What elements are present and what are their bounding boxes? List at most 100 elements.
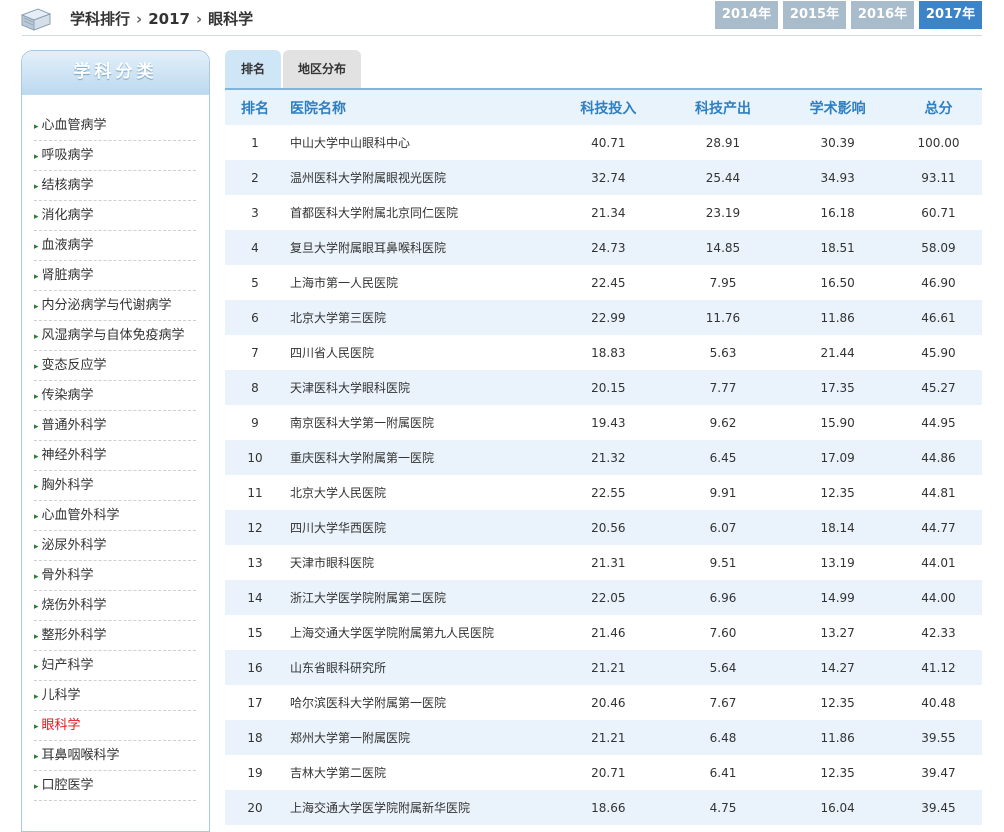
sidebar-item-label: 眼科学 xyxy=(41,718,81,733)
sidebar-item[interactable]: ▸ 心血管病学 xyxy=(34,111,196,141)
triangle-bullet-icon: ▸ xyxy=(34,212,39,222)
hospital-name-cell[interactable]: 北京大学人民医院 xyxy=(285,475,551,510)
table-row: 20 上海交通大学医学院附属新华医院 18.66 4.75 16.04 39.45 xyxy=(225,790,982,825)
academic-impact-cell: 30.39 xyxy=(820,135,855,150)
hospital-name-cell[interactable]: 温州医科大学附属眼视光医院 xyxy=(285,160,551,195)
hospital-name-cell[interactable]: 上海市第一人民医院 xyxy=(285,265,551,300)
sidebar-item[interactable]: ▸ 烧伤外科学 xyxy=(34,591,196,621)
academic-impact-cell: 18.51 xyxy=(820,240,855,255)
sidebar-item[interactable]: ▸ 口腔医学 xyxy=(34,771,196,801)
triangle-bullet-icon: ▸ xyxy=(34,482,39,492)
hospital-name-cell[interactable]: 北京大学第三医院 xyxy=(285,300,551,335)
subject-category-sidebar: 学科分类 ▸ 心血管病学 ▸ 呼吸病学 ▸ 结核病学 ▸ 消化病学 ▸ 血液病学 ▸ 肾脏病学 ▸ 内分泌… xyxy=(21,50,210,832)
sidebar-item[interactable]: ▸ 血液病学 xyxy=(34,231,196,261)
table-row: 1 中山大学中山眼科中心 40.71 28.91 30.39 100.00 xyxy=(225,125,982,160)
tech-output-cell: 6.41 xyxy=(709,765,737,780)
sidebar-item[interactable]: ▸ 神经外科学 xyxy=(34,441,196,471)
triangle-bullet-icon: ▸ xyxy=(34,182,39,192)
hospital-name-cell[interactable]: 南京医科大学第一附属医院 xyxy=(285,405,551,440)
rank-cell: 12 xyxy=(247,520,263,535)
year-tab-2014[interactable]: 2014年 xyxy=(715,1,778,29)
year-tab-2016[interactable]: 2016年 xyxy=(851,1,914,29)
tech-input-cell: 22.05 xyxy=(591,590,626,605)
breadcrumb-item-subject-ranking[interactable]: 学科排行 xyxy=(70,10,130,28)
tech-output-cell: 11.76 xyxy=(705,310,741,325)
academic-impact-cell: 14.27 xyxy=(820,660,855,675)
sidebar-item[interactable]: ▸ 普通外科学 xyxy=(34,411,196,441)
sidebar-item[interactable]: ▸ 风湿病学与自体免疫病学 xyxy=(34,321,196,351)
year-tab-2017[interactable]: 2017年 xyxy=(919,1,982,29)
sidebar-item-label: 烧伤外科学 xyxy=(41,598,107,613)
academic-impact-cell: 16.50 xyxy=(820,275,855,290)
hospital-name-cell[interactable]: 哈尔滨医科大学附属第一医院 xyxy=(285,685,551,720)
sidebar-item[interactable]: ▸ 呼吸病学 xyxy=(34,141,196,171)
hospital-name-cell[interactable]: 天津医科大学眼科医院 xyxy=(285,370,551,405)
triangle-bullet-icon: ▸ xyxy=(34,752,39,762)
sidebar-item[interactable]: ▸ 泌尿外科学 xyxy=(34,531,196,561)
book-stack-icon xyxy=(18,3,54,33)
hospital-name-cell[interactable]: 吉林大学第二医院 xyxy=(285,755,551,790)
sidebar-item[interactable]: ▸ 儿科学 xyxy=(34,681,196,711)
triangle-bullet-icon: ▸ xyxy=(34,332,39,342)
hospital-name-cell[interactable]: 山东省眼科研究所 xyxy=(285,650,551,685)
sidebar-item-label: 泌尿外科学 xyxy=(41,538,107,553)
sidebar-item[interactable]: ▸ 内分泌病学与代谢病学 xyxy=(34,291,196,321)
total-score-cell: 44.95 xyxy=(921,415,956,430)
total-score-cell: 39.55 xyxy=(921,730,956,745)
triangle-bullet-icon: ▸ xyxy=(34,302,39,312)
total-score-cell: 46.61 xyxy=(921,310,956,325)
hospital-name-cell[interactable]: 郑州大学第一附属医院 xyxy=(285,720,551,755)
academic-impact-cell: 21.44 xyxy=(820,345,855,360)
sidebar-item[interactable]: ▸ 胸外科学 xyxy=(34,471,196,501)
hospital-name-cell[interactable]: 重庆医科大学附属第一医院 xyxy=(285,440,551,475)
hospital-name-cell[interactable]: 四川省人民医院 xyxy=(285,335,551,370)
triangle-bullet-icon: ▸ xyxy=(34,512,39,522)
rank-cell: 6 xyxy=(251,310,259,325)
academic-impact-cell: 16.18 xyxy=(820,205,855,220)
sidebar-item[interactable]: ▸ 传染病学 xyxy=(34,381,196,411)
triangle-bullet-icon: ▸ xyxy=(34,782,39,792)
tech-input-cell: 21.46 xyxy=(591,625,626,640)
hospital-name-cell[interactable]: 中山大学中山眼科中心 xyxy=(285,125,551,160)
tech-output-cell: 28.91 xyxy=(705,135,741,150)
triangle-bullet-icon: ▸ xyxy=(34,272,39,282)
sidebar-item[interactable]: ▸ 耳鼻咽喉科学 xyxy=(34,741,196,771)
hospital-name-cell[interactable]: 上海交通大学医学院附属新华医院 xyxy=(285,790,551,825)
tab-ranking[interactable]: 排名 xyxy=(225,50,281,88)
academic-impact-cell: 11.86 xyxy=(820,730,855,745)
sidebar-item[interactable]: ▸ 结核病学 xyxy=(34,171,196,201)
rank-cell: 2 xyxy=(251,170,259,185)
sidebar-item-label: 呼吸病学 xyxy=(41,148,94,163)
sidebar-item[interactable]: ▸ 变态反应学 xyxy=(34,351,196,381)
sidebar-item[interactable]: ▸ 肾脏病学 xyxy=(34,261,196,291)
hospital-name-cell[interactable]: 复旦大学附属眼耳鼻喉科医院 xyxy=(285,230,551,265)
tech-output-cell: 5.64 xyxy=(709,660,737,675)
sidebar-item[interactable]: ▸ 妇产科学 xyxy=(34,651,196,681)
tech-input-cell: 24.73 xyxy=(591,240,626,255)
breadcrumb-item-subject: 眼科学 xyxy=(208,10,254,28)
hospital-name-cell[interactable]: 天津市眼科医院 xyxy=(285,545,551,580)
tab-region-distribution[interactable]: 地区分布 xyxy=(283,50,361,88)
sidebar-item-label: 传染病学 xyxy=(41,388,94,403)
rank-cell: 7 xyxy=(251,345,259,360)
sidebar-item[interactable]: ▸ 消化病学 xyxy=(34,201,196,231)
sidebar-item[interactable]: ▸ 整形外科学 xyxy=(34,621,196,651)
sidebar-item-label: 风湿病学与自体免疫病学 xyxy=(41,328,185,343)
hospital-name-cell[interactable]: 浙江大学医学院附属第二医院 xyxy=(285,580,551,615)
sidebar-item[interactable]: ▸ 骨外科学 xyxy=(34,561,196,591)
triangle-bullet-icon: ▸ xyxy=(34,452,39,462)
hospital-name-cell[interactable]: 首都医科大学附属北京同仁医院 xyxy=(285,195,551,230)
sidebar-item[interactable]: ▸ 眼科学 xyxy=(34,711,196,741)
sidebar-item-label: 内分泌病学与代谢病学 xyxy=(41,298,172,313)
hospital-name-cell[interactable]: 上海交通大学医学院附属第九人民医院 xyxy=(285,615,551,650)
year-tab-2015[interactable]: 2015年 xyxy=(783,1,846,29)
tech-input-cell: 20.15 xyxy=(591,380,626,395)
academic-impact-cell: 12.35 xyxy=(820,485,855,500)
sidebar-item[interactable]: ▸ 心血管外科学 xyxy=(34,501,196,531)
hospital-name-cell[interactable]: 四川大学华西医院 xyxy=(285,510,551,545)
tech-input-cell: 18.83 xyxy=(591,345,626,360)
total-score-cell: 60.71 xyxy=(921,205,956,220)
total-score-cell: 58.09 xyxy=(921,240,956,255)
sidebar-item-label: 口腔医学 xyxy=(41,778,94,793)
breadcrumb-item-year[interactable]: 2017 xyxy=(148,10,190,28)
